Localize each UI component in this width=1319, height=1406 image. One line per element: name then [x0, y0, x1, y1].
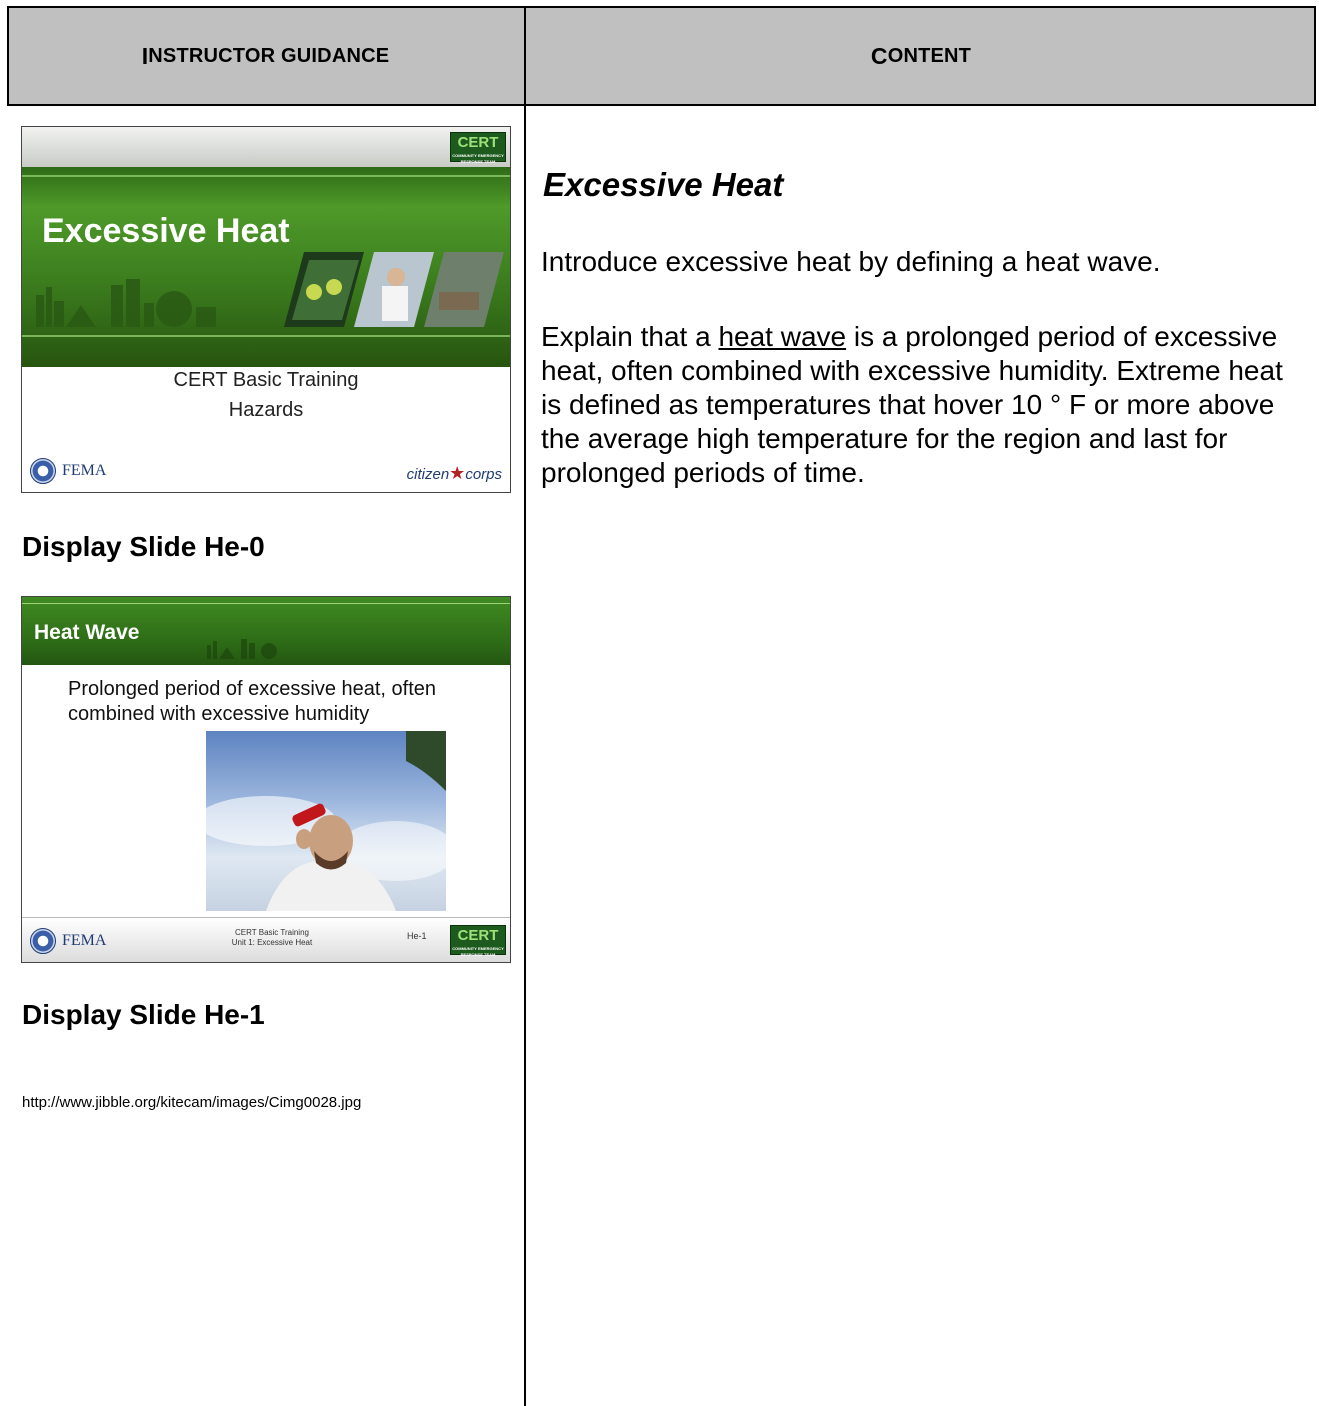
fema-logo: FEMA [30, 928, 106, 954]
city-skyline-icon [36, 279, 216, 327]
slide-he-1-thumbnail: Heat Wave Prolonged period of excessive … [21, 596, 511, 963]
slide-caption-he-0: Display Slide He-0 [22, 531, 265, 562]
slide-photos-icon [284, 252, 504, 327]
slide-title: Heat Wave [34, 621, 140, 644]
cert-logo-icon: CERT COMMUNITY EMERGENCY RESPONSE TEAM [450, 925, 506, 957]
slide-footer: FEMA CERT Basic Training Unit 1: Excessi… [22, 917, 510, 962]
star-icon: ★ [449, 463, 466, 483]
fema-logo: FEMA [30, 458, 106, 484]
image-source-url: http://www.jibble.org/kitecam/images/Cim… [22, 1094, 362, 1111]
city-skyline-icon [207, 639, 277, 659]
drinking-photo [206, 731, 446, 911]
content-header: C ONTENT [870, 42, 972, 69]
dhs-seal-icon [30, 928, 56, 954]
slide-he-0-thumbnail: CERT COMMUNITY EMERGENCY RESPONSE TEAM Ex… [21, 126, 511, 493]
slide-title: Excessive Heat [42, 212, 290, 250]
dhs-seal-icon [30, 458, 56, 484]
person-drinking-icon [206, 731, 446, 911]
slide-footer-text: CERT Basic Training Unit 1: Excessive He… [231, 928, 313, 947]
slide-body-text: Prolonged period of excessive heat, ofte… [68, 678, 437, 725]
content-heading: Excessive Heat [543, 166, 784, 203]
instructor-guidance-header: I NSTRUCTOR GUIDANCE [141, 42, 390, 69]
column-divider [524, 106, 526, 1406]
slide-top-bar [22, 127, 510, 167]
slide-number: He-1 [407, 931, 427, 941]
slide-subtitle: CERT Basic Training Hazards [173, 369, 359, 421]
cert-logo-icon: CERT COMMUNITY EMERGENCY RESPONSE TEAM [450, 132, 506, 164]
content-paragraph-2: Explain that a heat wave is a prolonged … [541, 321, 1283, 488]
content-paragraph-1: Introduce excessive heat by defining a h… [541, 246, 1161, 277]
slide-caption-he-1: Display Slide He-1 [22, 999, 265, 1030]
citizen-corps-logo: citizen★corps [406, 463, 502, 483]
heat-wave-term: heat wave [718, 321, 847, 352]
